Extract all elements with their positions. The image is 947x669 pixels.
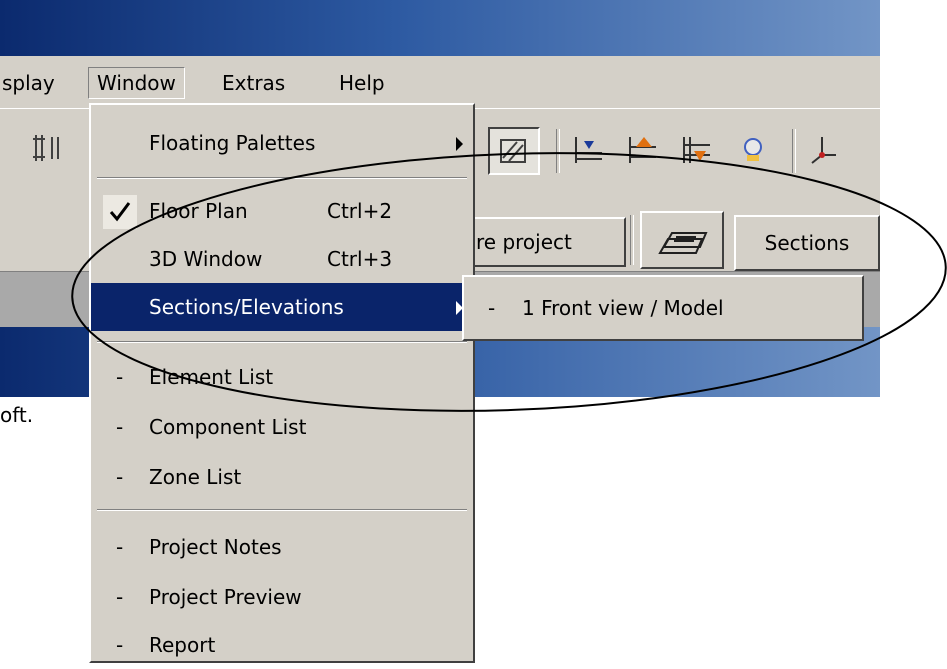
title-bar <box>0 0 880 56</box>
menu-item-label: Sections/Elevations <box>149 295 344 319</box>
menu-item-label: Project Preview <box>149 585 302 609</box>
sections-button[interactable]: Sections <box>734 215 880 271</box>
menu-window[interactable]: Window <box>88 67 185 99</box>
menu-item-sections-elevations[interactable]: Sections/Elevations <box>91 283 473 331</box>
menu-item-3d-window[interactable]: 3D Window Ctrl+3 <box>91 235 473 283</box>
bullet-dash: - <box>116 535 124 559</box>
toolbar-separator <box>556 129 560 173</box>
menu-item-label: Component List <box>149 415 307 439</box>
menu-item-label: Element List <box>149 365 274 389</box>
bullet-dash: - <box>488 296 496 320</box>
menu-item-floating-palettes[interactable]: Floating Palettes <box>91 119 473 167</box>
elevation-up-icon[interactable] <box>626 133 660 167</box>
shortcut-label: Ctrl+3 <box>327 247 393 271</box>
menu-item-label: 3D Window <box>149 247 263 271</box>
bullet-dash: - <box>116 415 124 439</box>
section-tool-button[interactable] <box>640 211 724 269</box>
hatch-pattern-icon <box>500 139 526 163</box>
sections-submenu: - 1 Front view / Model <box>462 275 864 341</box>
menu-item-label: Floor Plan <box>149 199 248 223</box>
hatch-button[interactable] <box>488 127 540 175</box>
menu-item-element-list[interactable]: - Element List <box>91 353 473 401</box>
elevation-down-icon[interactable] <box>680 133 714 167</box>
menu-separator <box>97 341 467 343</box>
menu-item-label: Project Notes <box>149 535 282 559</box>
menu-item-component-list[interactable]: - Component List <box>91 403 473 451</box>
project-button[interactable]: re project <box>466 217 626 267</box>
bullet-dash: - <box>116 365 124 389</box>
menu-bar: splay Window Extras Help <box>0 56 880 108</box>
menu-item-zone-list[interactable]: - Zone List <box>91 453 473 501</box>
level-dimension-icon[interactable] <box>572 133 606 167</box>
menu-item-label: Report <box>149 633 216 657</box>
menu-extras[interactable]: Extras <box>214 68 293 98</box>
menu-display[interactable]: splay <box>0 68 63 98</box>
bullet-dash: - <box>116 585 124 609</box>
bullet-dash: - <box>116 465 124 489</box>
menu-item-project-notes[interactable]: - Project Notes <box>91 523 473 571</box>
menu-item-label: Zone List <box>149 465 242 489</box>
status-text: oft. <box>0 403 34 427</box>
shortcut-label: Ctrl+2 <box>327 199 393 223</box>
fit-window-icon[interactable] <box>30 131 64 165</box>
menu-item-floor-plan[interactable]: Floor Plan Ctrl+2 <box>91 187 473 235</box>
checkmark-icon <box>103 195 137 229</box>
section-marker-icon <box>658 232 708 254</box>
menu-item-label: Floating Palettes <box>149 131 316 155</box>
submenu-arrow-icon <box>456 137 463 151</box>
menu-separator <box>97 509 467 511</box>
toolbar-separator <box>630 215 634 265</box>
bullet-dash: - <box>116 633 124 657</box>
menu-separator <box>97 177 467 179</box>
submenu-item-front-view[interactable]: 1 Front view / Model <box>522 285 724 331</box>
toolbar-separator <box>792 129 796 173</box>
navigator-icon[interactable] <box>736 133 770 167</box>
menu-item-project-preview[interactable]: - Project Preview <box>91 573 473 621</box>
window-menu: Floating Palettes Floor Plan Ctrl+2 3D W… <box>89 103 475 663</box>
menu-help[interactable]: Help <box>331 68 393 98</box>
axis-icon[interactable] <box>808 133 842 167</box>
menu-item-report[interactable]: - Report <box>91 621 473 669</box>
